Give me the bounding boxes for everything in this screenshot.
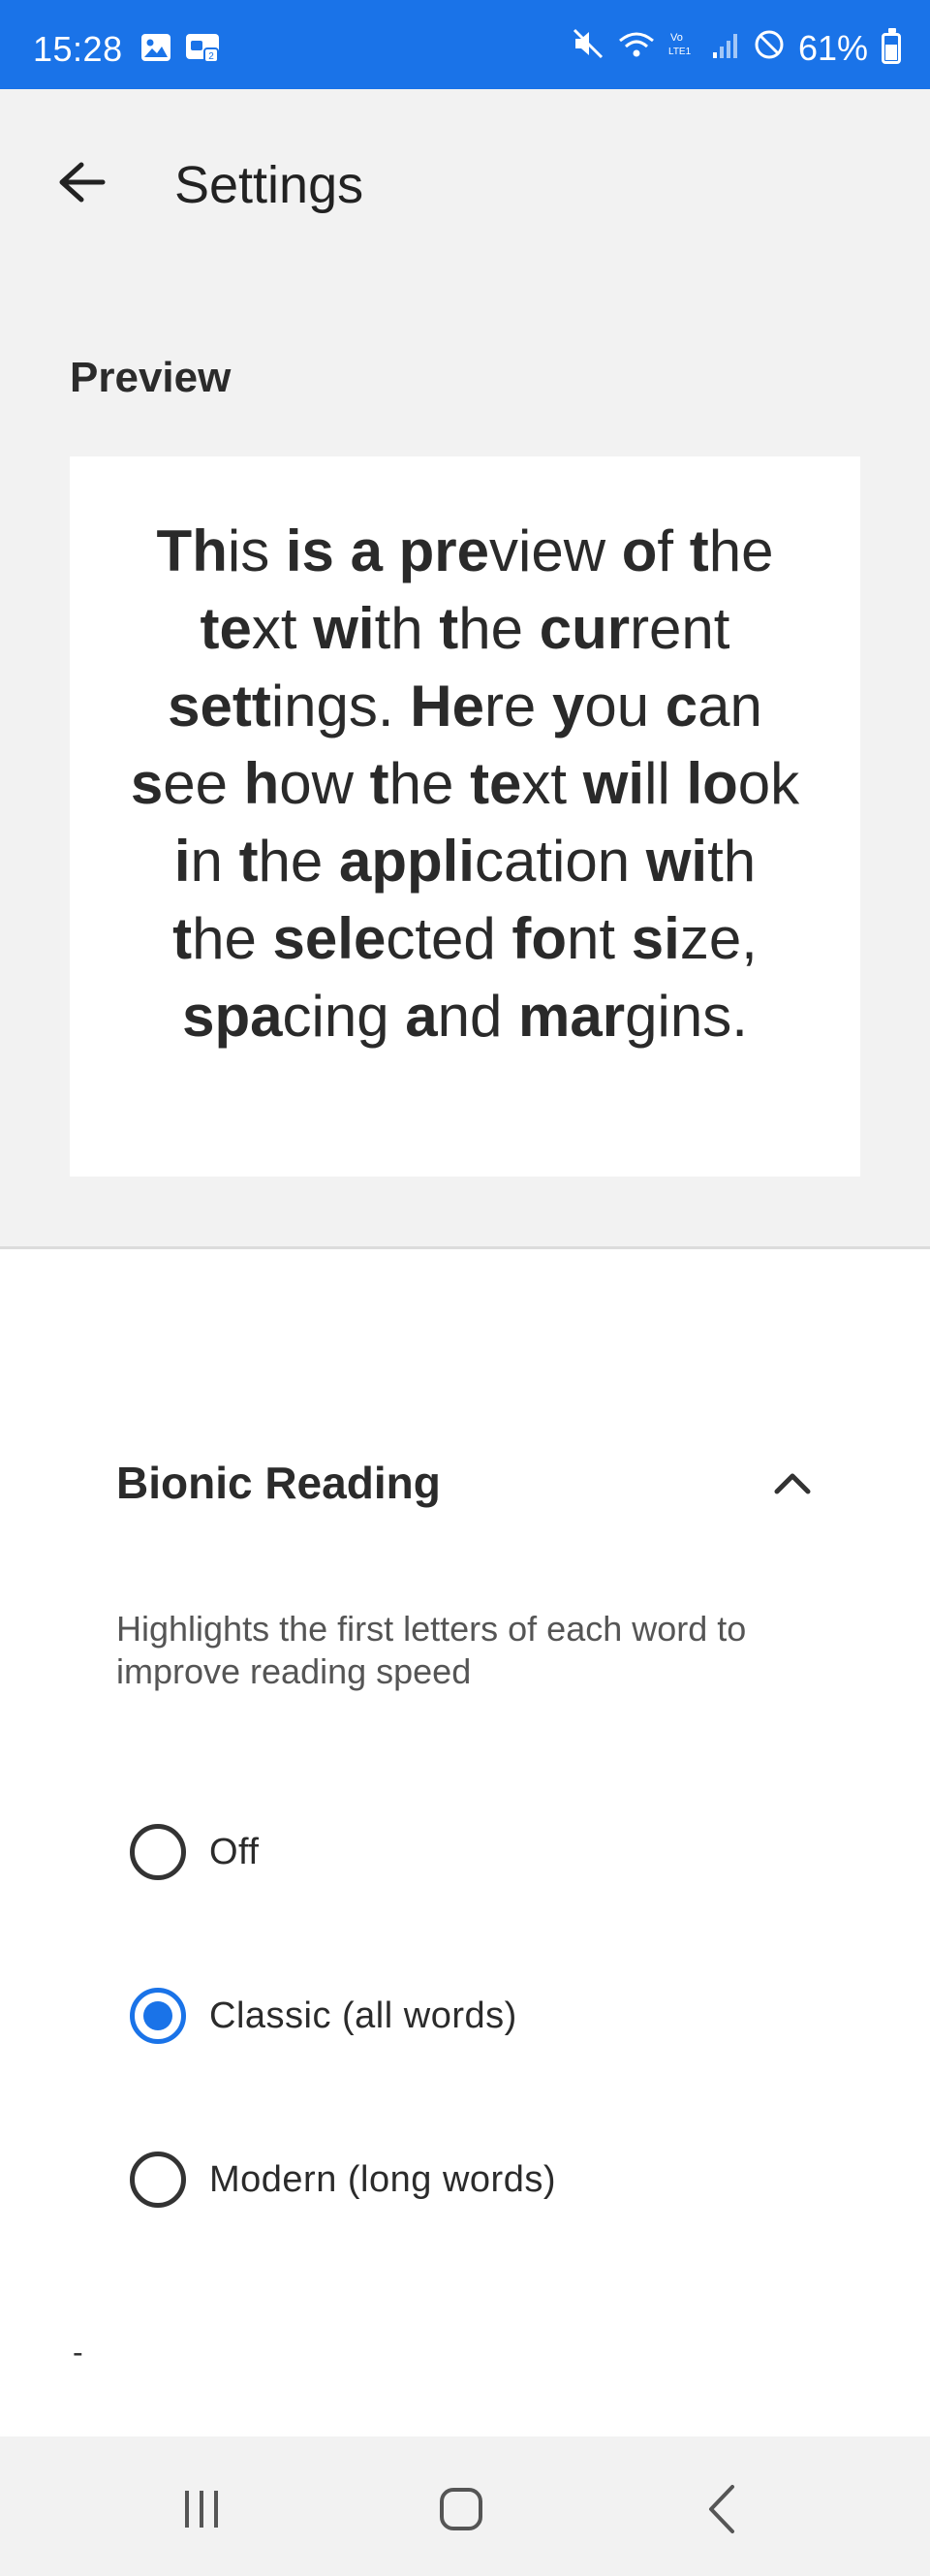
signal-icon bbox=[711, 28, 740, 69]
preview-word: a bbox=[350, 518, 383, 583]
preview-card: This is a preview of the text with the c… bbox=[70, 456, 860, 1177]
status-bar: 15:28 2 Vo LTE1 61% bbox=[0, 0, 930, 89]
radio-option-off[interactable]: Off bbox=[130, 1811, 260, 1893]
home-icon bbox=[440, 2488, 482, 2530]
preview-text: This is a preview of the text with the c… bbox=[128, 513, 802, 1055]
preview-word: the bbox=[369, 751, 454, 816]
do-not-disturb-icon bbox=[754, 28, 785, 69]
preview-word: in bbox=[173, 829, 223, 894]
preview-word: text bbox=[470, 751, 568, 816]
system-nav-bar bbox=[0, 2436, 930, 2576]
preview-word: text bbox=[200, 596, 297, 661]
radio-dot bbox=[143, 2001, 172, 2030]
preview-word: application bbox=[338, 829, 631, 894]
back-nav-icon bbox=[709, 2485, 734, 2533]
bionic-reading-toggle[interactable]: Bionic Reading bbox=[116, 1444, 814, 1522]
preview-word: current bbox=[539, 596, 730, 661]
battery-fill bbox=[885, 44, 897, 60]
preview-word: This bbox=[156, 518, 270, 583]
preview-word: settings. bbox=[168, 674, 394, 738]
svg-text:Vo: Vo bbox=[670, 32, 683, 44]
preview-word: the bbox=[439, 596, 524, 661]
preview-word: how bbox=[243, 751, 354, 816]
back-button[interactable] bbox=[46, 147, 116, 217]
radio-button-classic[interactable] bbox=[130, 1988, 186, 2044]
preview-word: the bbox=[238, 829, 324, 894]
preview-word: spacing bbox=[182, 984, 389, 1049]
bionic-settings-panel: Bionic Reading Highlights the first lett… bbox=[0, 1249, 930, 2436]
radio-option-classic[interactable]: Classic (all words) bbox=[130, 1975, 517, 2057]
chevron-up-icon bbox=[774, 1473, 811, 1494]
status-time: 15:28 bbox=[33, 29, 123, 69]
preview-word: with bbox=[645, 829, 757, 894]
screen-share-icon: 2 bbox=[185, 33, 222, 69]
radio-label-off: Off bbox=[209, 1831, 260, 1872]
back-nav-button[interactable] bbox=[684, 2475, 761, 2543]
preview-word: margins. bbox=[518, 984, 748, 1049]
app-header: Settings bbox=[0, 89, 930, 283]
preview-word: selected bbox=[272, 906, 496, 971]
volte-icon: Vo LTE1 bbox=[668, 28, 698, 69]
preview-word: Here bbox=[410, 674, 537, 738]
radio-label-classic: Classic (all words) bbox=[209, 1995, 517, 2036]
preview-word: of bbox=[621, 518, 674, 583]
recent-apps-button[interactable] bbox=[163, 2475, 240, 2543]
preview-heading: Preview bbox=[70, 354, 232, 401]
recent-apps-icon bbox=[185, 2491, 218, 2528]
stray-text: - bbox=[73, 2335, 83, 2370]
preview-word: you bbox=[551, 674, 650, 738]
mute-icon bbox=[572, 27, 604, 69]
radio-label-modern: Modern (long words) bbox=[209, 2158, 556, 2200]
radio-button-modern[interactable] bbox=[130, 2152, 186, 2208]
status-notification-icons: 2 bbox=[140, 33, 222, 69]
radio-button-off[interactable] bbox=[130, 1824, 186, 1880]
wifi-icon bbox=[618, 28, 655, 69]
svg-text:2: 2 bbox=[208, 51, 214, 62]
preview-word: font bbox=[512, 906, 616, 971]
status-system-icons: Vo LTE1 61% bbox=[572, 27, 901, 69]
battery-percent: 61% bbox=[797, 27, 868, 68]
arrow-back-icon bbox=[59, 162, 106, 203]
preview-word: preview bbox=[398, 518, 606, 583]
image-icon bbox=[140, 33, 171, 69]
preview-word: can bbox=[665, 674, 762, 738]
preview-word: the bbox=[172, 906, 257, 971]
svg-text:LTE1: LTE1 bbox=[668, 47, 692, 57]
bionic-reading-description: Highlights the first letters of each wor… bbox=[116, 1609, 747, 1691]
bionic-reading-title: Bionic Reading bbox=[116, 1458, 441, 1508]
preview-word: size, bbox=[631, 906, 758, 971]
page-title: Settings bbox=[174, 156, 364, 214]
preview-word: with bbox=[313, 596, 423, 661]
preview-word: see bbox=[130, 751, 228, 816]
preview-word: look bbox=[686, 751, 800, 816]
preview-word: and bbox=[405, 984, 503, 1049]
preview-word: is bbox=[285, 518, 334, 583]
home-button[interactable] bbox=[422, 2475, 500, 2543]
preview-word: will bbox=[582, 751, 670, 816]
radio-option-modern[interactable]: Modern (long words) bbox=[130, 2139, 556, 2220]
battery-icon bbox=[882, 27, 901, 64]
preview-word: the bbox=[689, 518, 774, 583]
